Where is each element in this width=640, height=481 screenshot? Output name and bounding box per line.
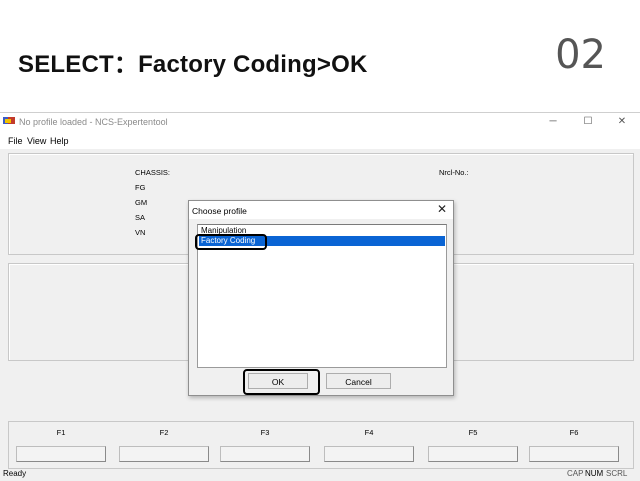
title-bar: No profile loaded - NCS-Expertentool ─ ☐… [0, 113, 640, 133]
num-indicator: NUM [585, 469, 604, 478]
menu-help[interactable]: Help [50, 136, 69, 146]
status-bar: Ready CAP NUM SCRL [0, 467, 640, 481]
f1-button[interactable] [16, 446, 106, 462]
slide-heading: SELECT：Factory Coding>OK [18, 51, 368, 78]
f6-button[interactable] [529, 446, 619, 462]
window-title: No profile loaded - NCS-Expertentool [19, 117, 168, 127]
factory-coding-highlight [195, 234, 267, 250]
f6-label: F6 [569, 428, 579, 437]
cap-indicator: CAP [567, 469, 584, 478]
step-number: 02 [555, 32, 606, 78]
app-icon [3, 117, 15, 124]
menu-view[interactable]: View [27, 136, 46, 146]
sa-label: SA [135, 213, 146, 222]
gm-label: GM [135, 198, 148, 207]
ok-highlight [243, 369, 320, 395]
f5-button[interactable] [428, 446, 518, 462]
status-text: Ready [3, 469, 27, 478]
close-window-icon[interactable]: ✕ [614, 115, 630, 129]
menu-bar: File View Help [0, 133, 640, 149]
f2-label: F2 [159, 428, 169, 437]
nrcl-label: Nrcl-No.: [439, 168, 469, 177]
minimize-icon[interactable]: ─ [545, 115, 561, 129]
maximize-icon[interactable]: ☐ [580, 115, 596, 129]
dialog-close-icon[interactable]: ✕ [437, 202, 447, 216]
f4-label: F4 [364, 428, 374, 437]
menu-file[interactable]: File [8, 136, 23, 146]
dialog-title-bar: Choose profile ✕ [189, 201, 453, 219]
f4-button[interactable] [324, 446, 414, 462]
f2-button[interactable] [119, 446, 209, 462]
function-key-bar: F1 F2 F3 F4 F5 F6 [8, 421, 634, 469]
dialog-title: Choose profile [192, 206, 247, 216]
f5-label: F5 [468, 428, 478, 437]
cancel-button[interactable]: Cancel [326, 373, 391, 389]
f3-label: F3 [260, 428, 270, 437]
choose-profile-dialog: Choose profile ✕ Manipulation Factory Co… [188, 200, 454, 396]
fg-label: FG [135, 183, 146, 192]
chassis-label: CHASSIS: [135, 168, 171, 177]
f1-label: F1 [56, 428, 66, 437]
f3-button[interactable] [220, 446, 310, 462]
vn-label: VN [135, 228, 146, 237]
scrl-indicator: SCRL [606, 469, 628, 478]
